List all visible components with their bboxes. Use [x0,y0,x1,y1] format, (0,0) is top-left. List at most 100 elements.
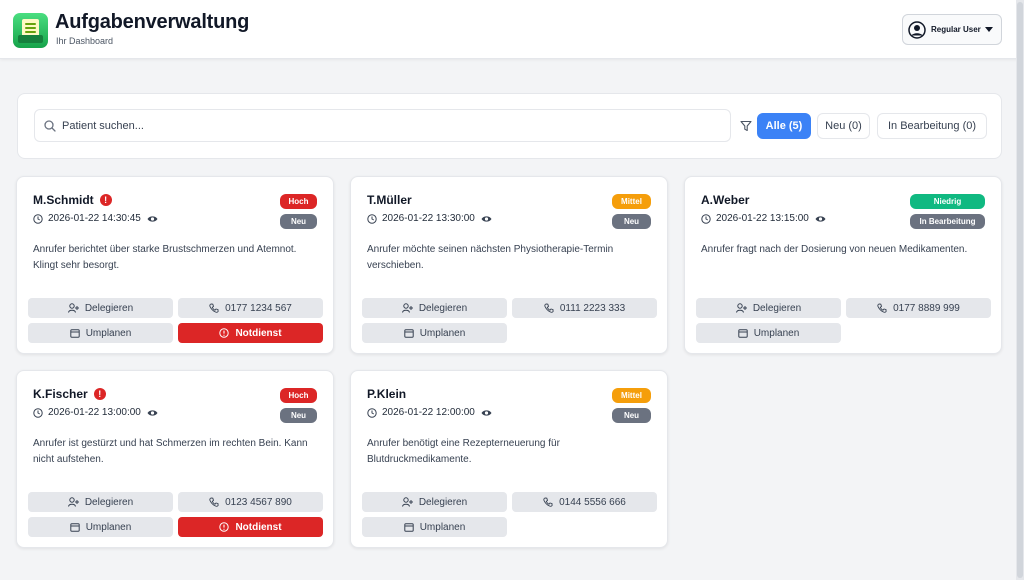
call-button[interactable]: 0111 2223 333 [512,298,657,318]
calendar-icon [404,329,414,338]
phone-number: 0177 8889 999 [893,302,960,314]
calendar-icon [70,329,80,338]
alert-icon: ! [99,194,112,206]
delegate-button[interactable]: Delegieren [28,492,173,512]
task-card[interactable]: T.Müller 2026-01-22 13:30:00 Mittel Neu … [350,176,668,354]
call-button[interactable]: 0177 8889 999 [846,298,991,318]
delegate-button[interactable]: Delegieren [28,298,173,318]
chevron-down-icon [985,27,993,32]
reschedule-label: Umplanen [85,521,132,533]
user-name: Regular User [931,25,981,34]
reschedule-button[interactable]: Umplanen [696,323,841,343]
search-box[interactable] [34,109,731,142]
search-icon [44,119,56,132]
eye-icon[interactable] [481,409,492,417]
task-description: Anrufer möchte seinen nächsten Physiothe… [367,244,614,271]
emergency-button[interactable]: Notdienst [178,323,323,343]
calendar-icon [404,523,414,532]
priority-badge: Mittel [612,194,651,209]
phone-number: 0177 1234 567 [225,302,292,314]
filter-chip-in-bearbeitung[interactable]: In Bearbeitung (0) [877,113,987,139]
user-plus-icon [67,303,79,313]
timestamp-row: 2026-01-22 14:30:45 [33,213,158,224]
eye-icon[interactable] [481,215,492,223]
phone-icon [544,303,554,313]
clock-icon [701,213,711,224]
status-badge: Neu [280,214,317,229]
patient-name: M.Schmidt [33,193,94,207]
reschedule-button[interactable]: Umplanen [362,517,507,537]
delegate-label: Delegieren [84,496,134,508]
emergency-button[interactable]: Notdienst [178,517,323,537]
patient-name: P.Klein [367,387,407,401]
emergency-label: Notdienst [235,521,282,533]
priority-badge: Hoch [280,388,317,403]
clock-icon [33,407,43,418]
user-plus-icon [401,497,413,507]
timestamp: 2026-01-22 12:00:00 [382,407,475,418]
user-plus-icon [735,303,747,313]
phone-icon [543,497,553,507]
patient-name-row: P.Klein [367,387,406,401]
task-description: Anrufer berichtet über starke Brustschme… [33,244,297,271]
app-header: Aufgabenverwaltung Ihr Dashboard Regular… [0,0,1024,59]
priority-badge: Hoch [280,194,317,209]
emergency-label: Notdienst [235,327,282,339]
task-card[interactable]: P.Klein 2026-01-22 12:00:00 Mittel Neu A… [350,370,668,548]
timestamp: 2026-01-22 13:30:00 [382,213,475,224]
reschedule-button[interactable]: Umplanen [28,517,173,537]
task-card[interactable]: M.Schmidt ! 2026-01-22 14:30:45 Hoch Neu… [16,176,334,354]
timestamp: 2026-01-22 13:15:00 [716,213,809,224]
priority-badge: Niedrig [910,194,985,209]
call-button[interactable]: 0144 5556 666 [512,492,657,512]
timestamp: 2026-01-22 13:00:00 [48,407,141,418]
reschedule-label: Umplanen [419,521,466,533]
patient-search-input[interactable] [62,119,702,132]
user-plus-icon [67,497,79,507]
task-card[interactable]: A.Weber 2026-01-22 13:15:00 Niedrig In B… [684,176,1002,354]
filter-chip-alle[interactable]: Alle (5) [757,113,811,139]
reschedule-label: Umplanen [419,327,466,339]
timestamp-row: 2026-01-22 13:15:00 [701,213,826,224]
scrollbar-thumb[interactable] [1017,2,1023,578]
user-plus-icon [401,303,413,313]
phone-icon [209,303,219,313]
status-badge: In Bearbeitung [910,214,985,229]
call-button[interactable]: 0177 1234 567 [178,298,323,318]
calendar-icon [738,329,748,338]
phone-number: 0123 4567 890 [225,496,292,508]
task-description: Anrufer ist gestürzt und hat Schmerzen i… [33,438,308,465]
delegate-label: Delegieren [84,302,134,314]
call-button[interactable]: 0123 4567 890 [178,492,323,512]
reschedule-label: Umplanen [85,327,132,339]
reschedule-button[interactable]: Umplanen [362,323,507,343]
timestamp-row: 2026-01-22 13:30:00 [367,213,492,224]
eye-icon[interactable] [815,215,826,223]
phone-number: 0111 2223 333 [559,302,626,314]
delegate-button[interactable]: Delegieren [696,298,841,318]
filter-icon[interactable] [740,120,752,132]
reschedule-button[interactable]: Umplanen [28,323,173,343]
reschedule-label: Umplanen [753,327,800,339]
patient-name: K.Fischer [33,387,88,401]
user-menu-button[interactable]: Regular User [902,14,1002,45]
delegate-label: Delegieren [418,496,468,508]
delegate-button[interactable]: Delegieren [362,492,507,512]
patient-name-row: M.Schmidt ! [33,193,112,207]
clock-icon [33,213,43,224]
user-avatar-icon [908,20,926,39]
eye-icon[interactable] [147,215,158,223]
task-description: Anrufer benötigt eine Rezepterneuerung f… [367,438,560,465]
clock-icon [367,407,377,418]
task-card[interactable]: K.Fischer ! 2026-01-22 13:00:00 Hoch Neu… [16,370,334,548]
task-description: Anrufer fragt nach der Dosierung von neu… [701,244,968,255]
calendar-icon [70,523,80,532]
priority-badge: Mittel [612,388,651,403]
clock-icon [367,213,377,224]
delegate-button[interactable]: Delegieren [362,298,507,318]
app-subtitle: Ihr Dashboard [56,36,114,46]
app-title: Aufgabenverwaltung [55,11,250,33]
filter-chip-neu[interactable]: Neu (0) [817,113,870,139]
phone-icon [877,303,887,313]
eye-icon[interactable] [147,409,158,417]
